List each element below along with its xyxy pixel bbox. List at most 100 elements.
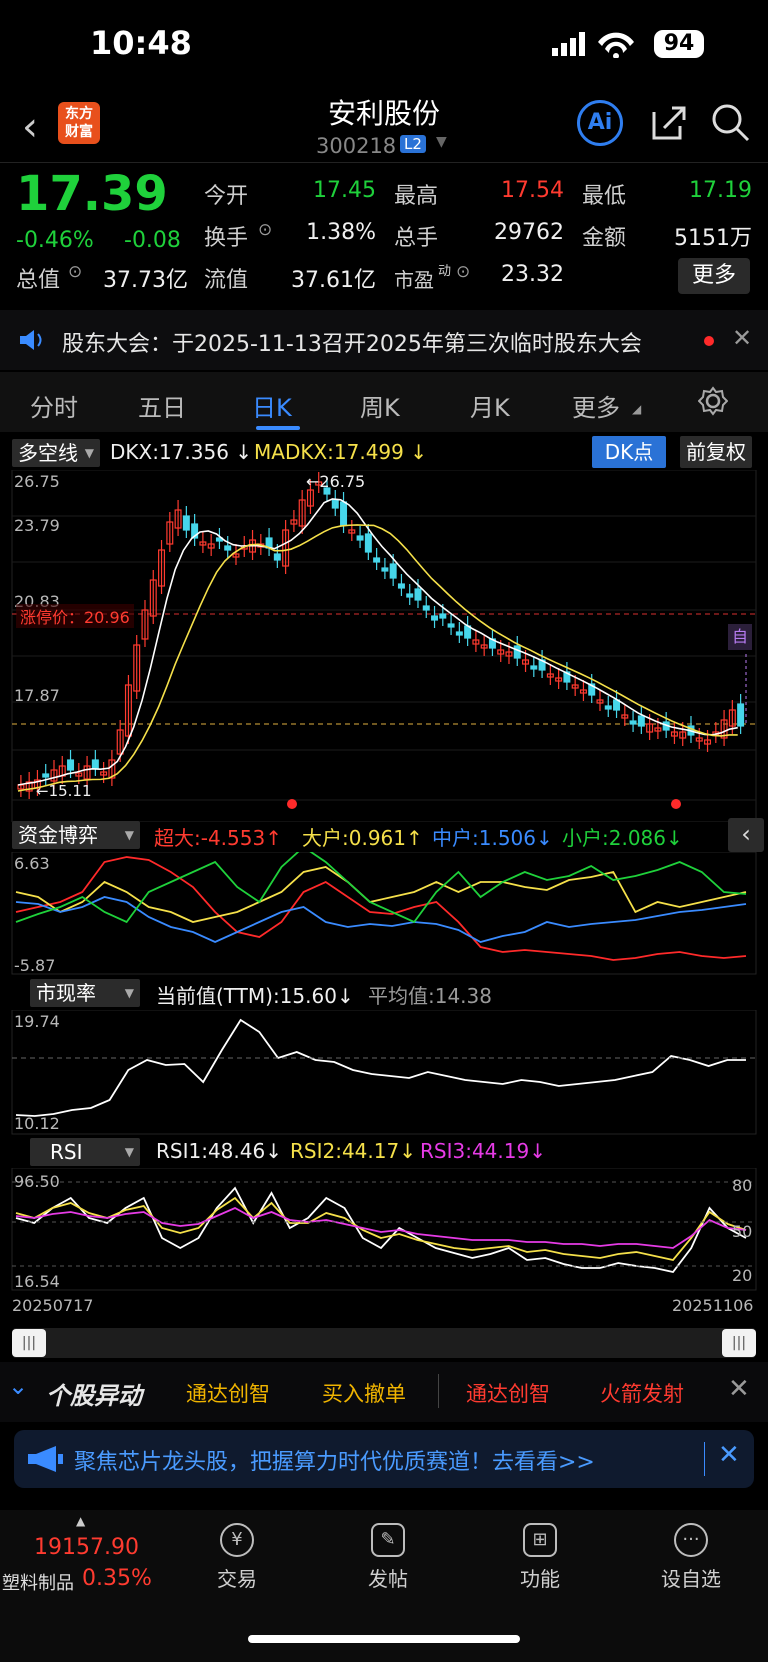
fund-chart[interactable]	[0, 852, 768, 976]
candle	[637, 715, 645, 727]
dkx-line	[17, 498, 738, 786]
y-axis-label: 17.87	[14, 686, 60, 705]
info-icon[interactable]: ⊙	[68, 262, 82, 282]
low-label: 最低	[582, 184, 627, 209]
pe-chart[interactable]	[0, 1010, 768, 1136]
medium-value: 中户:1.506↓	[432, 826, 553, 850]
candle	[414, 588, 422, 601]
ai-assistant-button[interactable]: Ai	[577, 100, 623, 146]
edit-icon: ✎	[371, 1523, 405, 1557]
open-value: 17.45	[313, 178, 376, 203]
limit-price-label: 涨停价：20.96	[16, 604, 134, 628]
kline-chart[interactable]	[0, 470, 768, 822]
volume-value: 29762	[494, 220, 564, 245]
high-marker: ←26.75	[306, 472, 366, 491]
super-large-line	[15, 856, 747, 961]
madkx-line	[17, 524, 738, 792]
share-icon[interactable]	[650, 102, 690, 142]
fund-ymin: -5.87	[14, 956, 56, 975]
gear-icon[interactable]	[698, 386, 728, 416]
candle	[373, 557, 381, 563]
rsi1-value: RSI1:48.46↓	[156, 1139, 282, 1163]
stock-code: 300218	[316, 134, 397, 158]
rsi3-value: RSI3:44.19↓	[420, 1139, 546, 1163]
adjust-button[interactable]: 前复权	[680, 436, 752, 468]
tab-five-day[interactable]: 五日	[138, 388, 186, 423]
index-percent[interactable]: 0.35%	[82, 1566, 152, 1591]
level2-badge: L2	[400, 135, 426, 153]
scroll-handle-left[interactable]: |||	[12, 1329, 46, 1357]
candle	[439, 613, 447, 619]
battery-indicator: 94	[654, 30, 704, 58]
pe-frame	[11, 1010, 757, 1135]
zoom-scrollbar[interactable]	[12, 1328, 756, 1358]
candle	[91, 759, 99, 769]
indicator-select[interactable]: 多空线 ▼	[12, 439, 100, 467]
candle	[604, 705, 612, 710]
alert-item[interactable]: 通达创智	[186, 1378, 270, 1408]
nav-add-watchlist[interactable]: ··· 设自选	[646, 1515, 736, 1592]
self-select-tag[interactable]: 自	[728, 624, 752, 650]
pe-current-value: 当前值(TTM):15.60↓	[156, 984, 354, 1008]
mktcap-value: 37.73亿	[103, 268, 188, 293]
candle	[356, 535, 364, 541]
promo-banner[interactable]: 聚焦芯片龙头股，把握算力时代优质赛道！去看看>> ✕	[14, 1430, 754, 1488]
tab-daily-k[interactable]: 日K	[252, 388, 292, 423]
tab-monthly-k[interactable]: 月K	[470, 388, 510, 423]
madkx-value: MADKX:17.499 ↓	[254, 440, 427, 464]
candle	[513, 645, 521, 659]
alert-item[interactable]: 买入撤单	[322, 1378, 406, 1408]
signal-dot	[287, 799, 297, 809]
more-button[interactable]: 更多	[678, 258, 750, 294]
y-axis-label: 26.75	[14, 472, 60, 491]
nav-trade[interactable]: ¥ 交易	[192, 1515, 282, 1592]
tab-intraday[interactable]: 分时	[30, 388, 78, 423]
alert-item[interactable]: 火箭发射	[600, 1378, 684, 1408]
rsi-chart[interactable]	[0, 1168, 768, 1292]
index-value[interactable]: 19157.90	[34, 1535, 139, 1560]
info-icon[interactable]: ⊙	[258, 220, 272, 240]
tab-more[interactable]: 更多	[572, 388, 620, 423]
info-icon[interactable]: ⊙	[456, 262, 470, 282]
tab-weekly-k[interactable]: 周K	[360, 388, 400, 423]
collapse-panel-button[interactable]: ‹	[728, 818, 764, 852]
nav-functions[interactable]: ⊞ 功能	[495, 1515, 585, 1592]
candle	[340, 501, 348, 526]
change-percent: -0.46%	[16, 228, 94, 253]
chevron-down-icon[interactable]: ▼	[436, 134, 447, 150]
alert-item[interactable]: 通达创智	[466, 1378, 550, 1408]
large-value: 大户:0.961↑	[302, 826, 423, 850]
rsi2-value: RSI2:44.17↓	[290, 1139, 416, 1163]
close-icon[interactable]: ✕	[732, 324, 752, 352]
pe-indicator-select[interactable]: 市现率 ▼	[30, 979, 140, 1007]
candle	[629, 720, 637, 725]
search-icon[interactable]	[710, 102, 752, 144]
rsi-20: 20	[732, 1266, 753, 1285]
candle	[182, 515, 190, 531]
notice-bar[interactable]: 股东大会：于2025-11-13召开2025年第三次临时股东大会 ✕	[0, 310, 768, 370]
date-start: 20250717	[12, 1296, 94, 1315]
close-icon[interactable]: ✕	[728, 1374, 750, 1404]
dk-point-button[interactable]: DK点	[592, 436, 666, 468]
tab-indicator	[256, 426, 300, 430]
float-value: 37.61亿	[291, 268, 376, 293]
chevron-down-icon[interactable]: ⌄	[8, 1372, 28, 1400]
small-value: 小户:2.086↓	[562, 826, 683, 850]
low-marker: ←15.11	[36, 782, 92, 800]
fund-indicator-select[interactable]: 资金博弈 ▼	[12, 821, 140, 849]
nav-post[interactable]: ✎ 发帖	[343, 1515, 433, 1592]
index-name[interactable]: 塑料制品	[2, 1569, 74, 1595]
notice-text: 股东大会：于2025-11-13召开2025年第三次临时股东大会	[62, 332, 642, 357]
pe-superscript: 动	[438, 264, 452, 279]
pe-ratio-line	[15, 1018, 746, 1117]
candle	[455, 631, 463, 636]
medium-line	[15, 896, 747, 943]
high-label: 最高	[394, 184, 439, 209]
candle	[331, 499, 339, 509]
rsi-indicator-select[interactable]: RSI ▼	[30, 1138, 140, 1166]
close-icon[interactable]: ✕	[718, 1440, 740, 1470]
signal-dot	[671, 799, 681, 809]
scroll-handle-right[interactable]: |||	[722, 1329, 756, 1357]
home-indicator	[248, 1635, 520, 1643]
amount-label: 金额	[582, 226, 627, 251]
